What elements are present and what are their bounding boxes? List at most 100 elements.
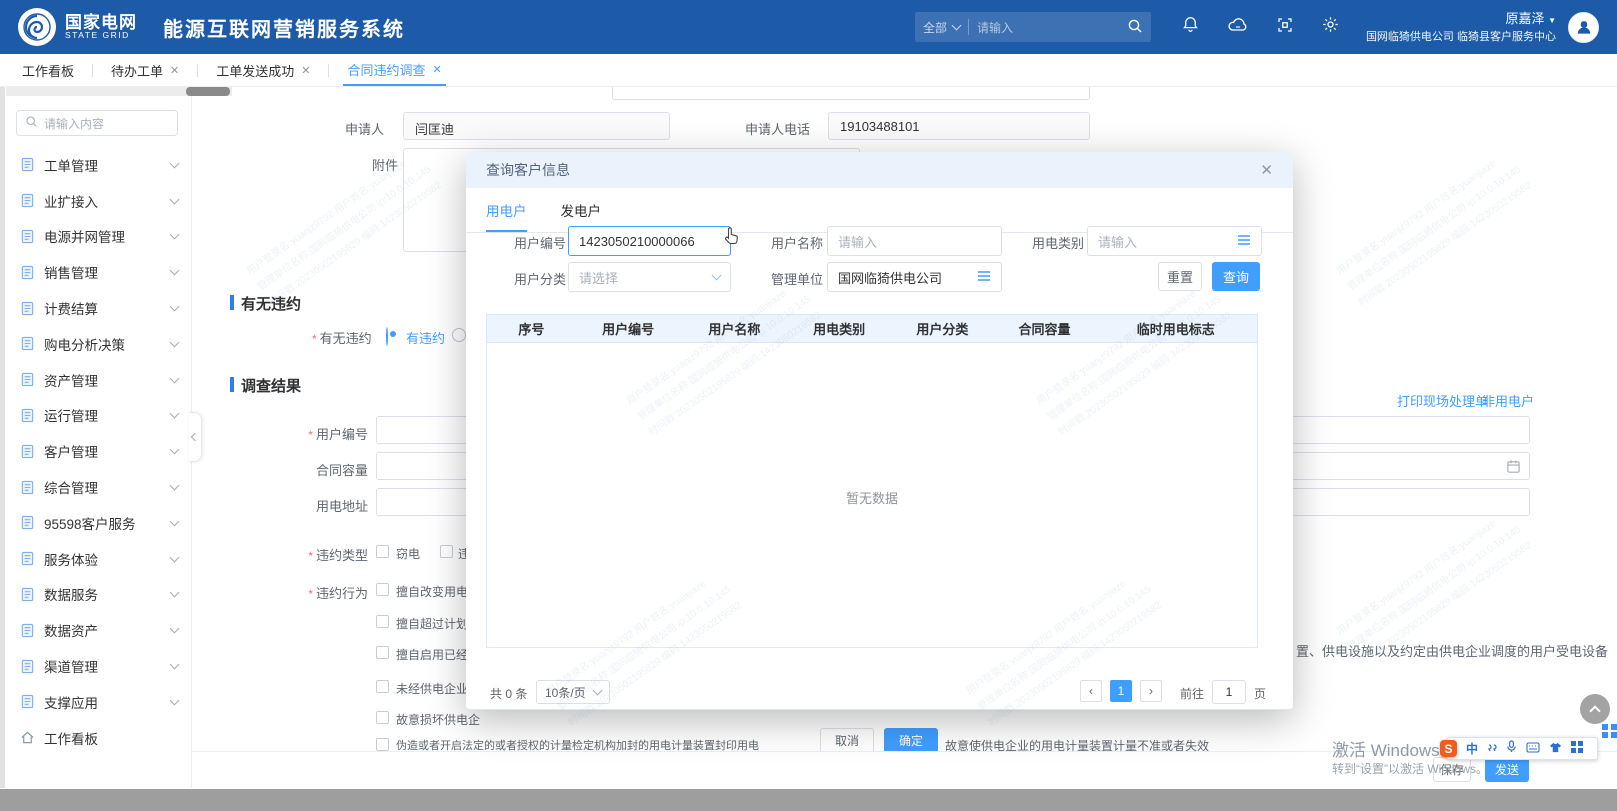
checkbox-icon[interactable]: [376, 680, 389, 693]
list-select-icon[interactable]: [1237, 234, 1251, 249]
applicant-phone-field[interactable]: 19103488101: [828, 112, 1090, 140]
user-name[interactable]: 原嘉泽: [1505, 11, 1544, 26]
sidebar-item-customer-mgmt[interactable]: 客户管理: [0, 433, 192, 469]
tab-todo-orders[interactable]: 待办工单 ✕: [107, 54, 183, 86]
sidebar-item-general-mgmt[interactable]: 综合管理: [0, 469, 192, 505]
checkbox-icon[interactable]: [376, 583, 389, 596]
sidebar-item-label: 数据资产: [44, 620, 98, 640]
sidebar-collapse-handle[interactable]: [189, 412, 202, 462]
col-header[interactable]: 用户编号: [576, 319, 681, 338]
checkbox-icon[interactable]: [376, 711, 389, 724]
sidebar-item-support-apps[interactable]: 支撑应用: [0, 684, 192, 720]
modal-user-no-input[interactable]: 1423050210000066: [568, 226, 731, 256]
checkbox-icon[interactable]: [376, 615, 389, 628]
toolbox-grid-icon[interactable]: [1571, 740, 1583, 758]
sidebar-item-dashboard[interactable]: 工作看板: [0, 720, 192, 756]
sidebar-item-grid-connection[interactable]: 电源并网管理: [0, 219, 192, 255]
sidebar-search-input[interactable]: 请输入内容: [16, 110, 178, 136]
non-power-user-link[interactable]: 非用电户: [1482, 391, 1534, 410]
page-size-select[interactable]: 10条/页: [536, 680, 610, 704]
close-icon[interactable]: ✕: [433, 63, 442, 76]
close-icon[interactable]: ✕: [1260, 161, 1273, 179]
horizontal-scrollbar-thumb[interactable]: [186, 87, 230, 96]
sidebar-item-channel-mgmt[interactable]: 渠道管理: [0, 648, 192, 684]
reset-button[interactable]: 重置: [1158, 262, 1202, 291]
sidebar-item-data-asset[interactable]: 数据资产: [0, 612, 192, 648]
radio-selected-icon[interactable]: [386, 327, 388, 346]
page-1-button[interactable]: 1: [1110, 680, 1132, 702]
sidebar-item-95598-service[interactable]: 95598客户服务: [0, 505, 192, 541]
document-icon: [20, 372, 35, 387]
modal-power-type-input[interactable]: 请输入: [1087, 226, 1262, 256]
modal-user-no-value: 1423050210000066: [579, 234, 695, 249]
sidebar-item-asset-mgmt[interactable]: 资产管理: [0, 362, 192, 398]
bell-icon[interactable]: [1181, 15, 1200, 39]
close-icon[interactable]: ✕: [301, 64, 310, 77]
sidebar-item-service-experience[interactable]: 服务体验: [0, 541, 192, 577]
ime-punctuation-icon[interactable]: [1487, 740, 1497, 758]
col-header[interactable]: 用电类别: [788, 319, 890, 338]
col-header[interactable]: 序号: [487, 319, 576, 338]
violation-option-yes[interactable]: 有违约: [406, 328, 445, 347]
close-icon[interactable]: ✕: [170, 64, 179, 77]
search-scope-select[interactable]: 全部: [923, 19, 947, 36]
ime-chinese-mode-icon[interactable]: 中: [1466, 740, 1478, 757]
next-page-button[interactable]: ›: [1140, 680, 1162, 702]
checkbox-icon[interactable]: [376, 545, 389, 558]
modal-org-input[interactable]: 国网临猗供电公司: [827, 262, 1002, 292]
behavior-option[interactable]: 故意损坏供电企: [396, 711, 480, 728]
cloud-sync-icon[interactable]: [1227, 15, 1249, 39]
print-site-order-link[interactable]: 打印现场处理单: [1397, 391, 1488, 410]
sogou-logo-icon[interactable]: S: [1440, 740, 1457, 757]
user-menu-caret-icon: ▼: [1548, 16, 1556, 25]
search-icon: [25, 115, 38, 131]
sidebar-item-work-order-mgmt[interactable]: 工单管理: [0, 147, 192, 183]
col-header[interactable]: 用户分类: [890, 319, 995, 338]
send-button[interactable]: 发送: [1485, 757, 1529, 782]
fullscreen-scan-icon[interactable]: [1276, 16, 1294, 39]
confirm-button[interactable]: 确定: [884, 728, 938, 753]
tab-work-dashboard[interactable]: 工作看板: [18, 54, 78, 86]
avatar[interactable]: [1568, 12, 1599, 43]
tab-order-sent[interactable]: 工单发送成功 ✕: [212, 54, 314, 86]
search-icon[interactable]: [1127, 18, 1143, 37]
query-button[interactable]: 查询: [1212, 262, 1260, 291]
back-to-top-button[interactable]: [1580, 694, 1610, 724]
checkbox-icon[interactable]: [440, 545, 453, 558]
calendar-icon[interactable]: [1506, 459, 1521, 479]
blue-grid-icon[interactable]: [1602, 724, 1617, 743]
sidebar-item-expansion-access[interactable]: 业扩接入: [0, 183, 192, 219]
microphone-icon[interactable]: [1506, 740, 1517, 758]
prev-page-button[interactable]: ‹: [1080, 680, 1102, 702]
gear-icon[interactable]: [1321, 15, 1340, 39]
sidebar-item-sales-mgmt[interactable]: 销售管理: [0, 254, 192, 290]
col-header[interactable]: 用户名称: [681, 319, 789, 338]
applicant-field[interactable]: 闫匡迪: [403, 112, 670, 140]
checkbox-icon[interactable]: [376, 738, 389, 751]
user-block[interactable]: 原嘉泽 ▼ 国网临猗供电公司 临猗县客户服务中心: [1366, 9, 1556, 45]
global-search-bar[interactable]: 全部 请输入: [915, 12, 1151, 42]
tab-divider: [328, 64, 329, 77]
tab-power-consumer[interactable]: 用电户: [486, 200, 527, 232]
chevron-down-icon: [952, 21, 962, 31]
violation-type-label: 违约类型: [306, 545, 368, 564]
modal-user-class-select[interactable]: 请选择: [568, 262, 731, 292]
search-input[interactable]: 请输入: [977, 19, 1013, 36]
radio-unselected-icon[interactable]: [452, 328, 466, 342]
cancel-button[interactable]: 取消: [820, 728, 874, 753]
sidebar-item-billing[interactable]: 计费结算: [0, 290, 192, 326]
sidebar-item-label: 渠道管理: [44, 656, 98, 676]
list-select-icon[interactable]: [977, 270, 991, 285]
checkbox-icon[interactable]: [376, 646, 389, 659]
sidebar-item-data-service[interactable]: 数据服务: [0, 577, 192, 613]
sidebar-item-purchase-analysis[interactable]: 购电分析决策: [0, 326, 192, 362]
sidebar-item-operation-mgmt[interactable]: 运行管理: [0, 398, 192, 434]
vtype-option-theft[interactable]: 窃电: [396, 545, 420, 562]
col-header[interactable]: 合同容量: [995, 319, 1095, 338]
keyboard-icon[interactable]: [1526, 740, 1540, 758]
skin-shirt-icon[interactable]: [1549, 740, 1562, 758]
modal-user-name-input[interactable]: 请输入: [827, 226, 1002, 256]
col-header[interactable]: 临时用电标志: [1094, 319, 1257, 338]
tab-contract-violation-survey[interactable]: 合同违约调查 ✕: [343, 54, 445, 86]
goto-page-input[interactable]: 1: [1212, 680, 1246, 704]
